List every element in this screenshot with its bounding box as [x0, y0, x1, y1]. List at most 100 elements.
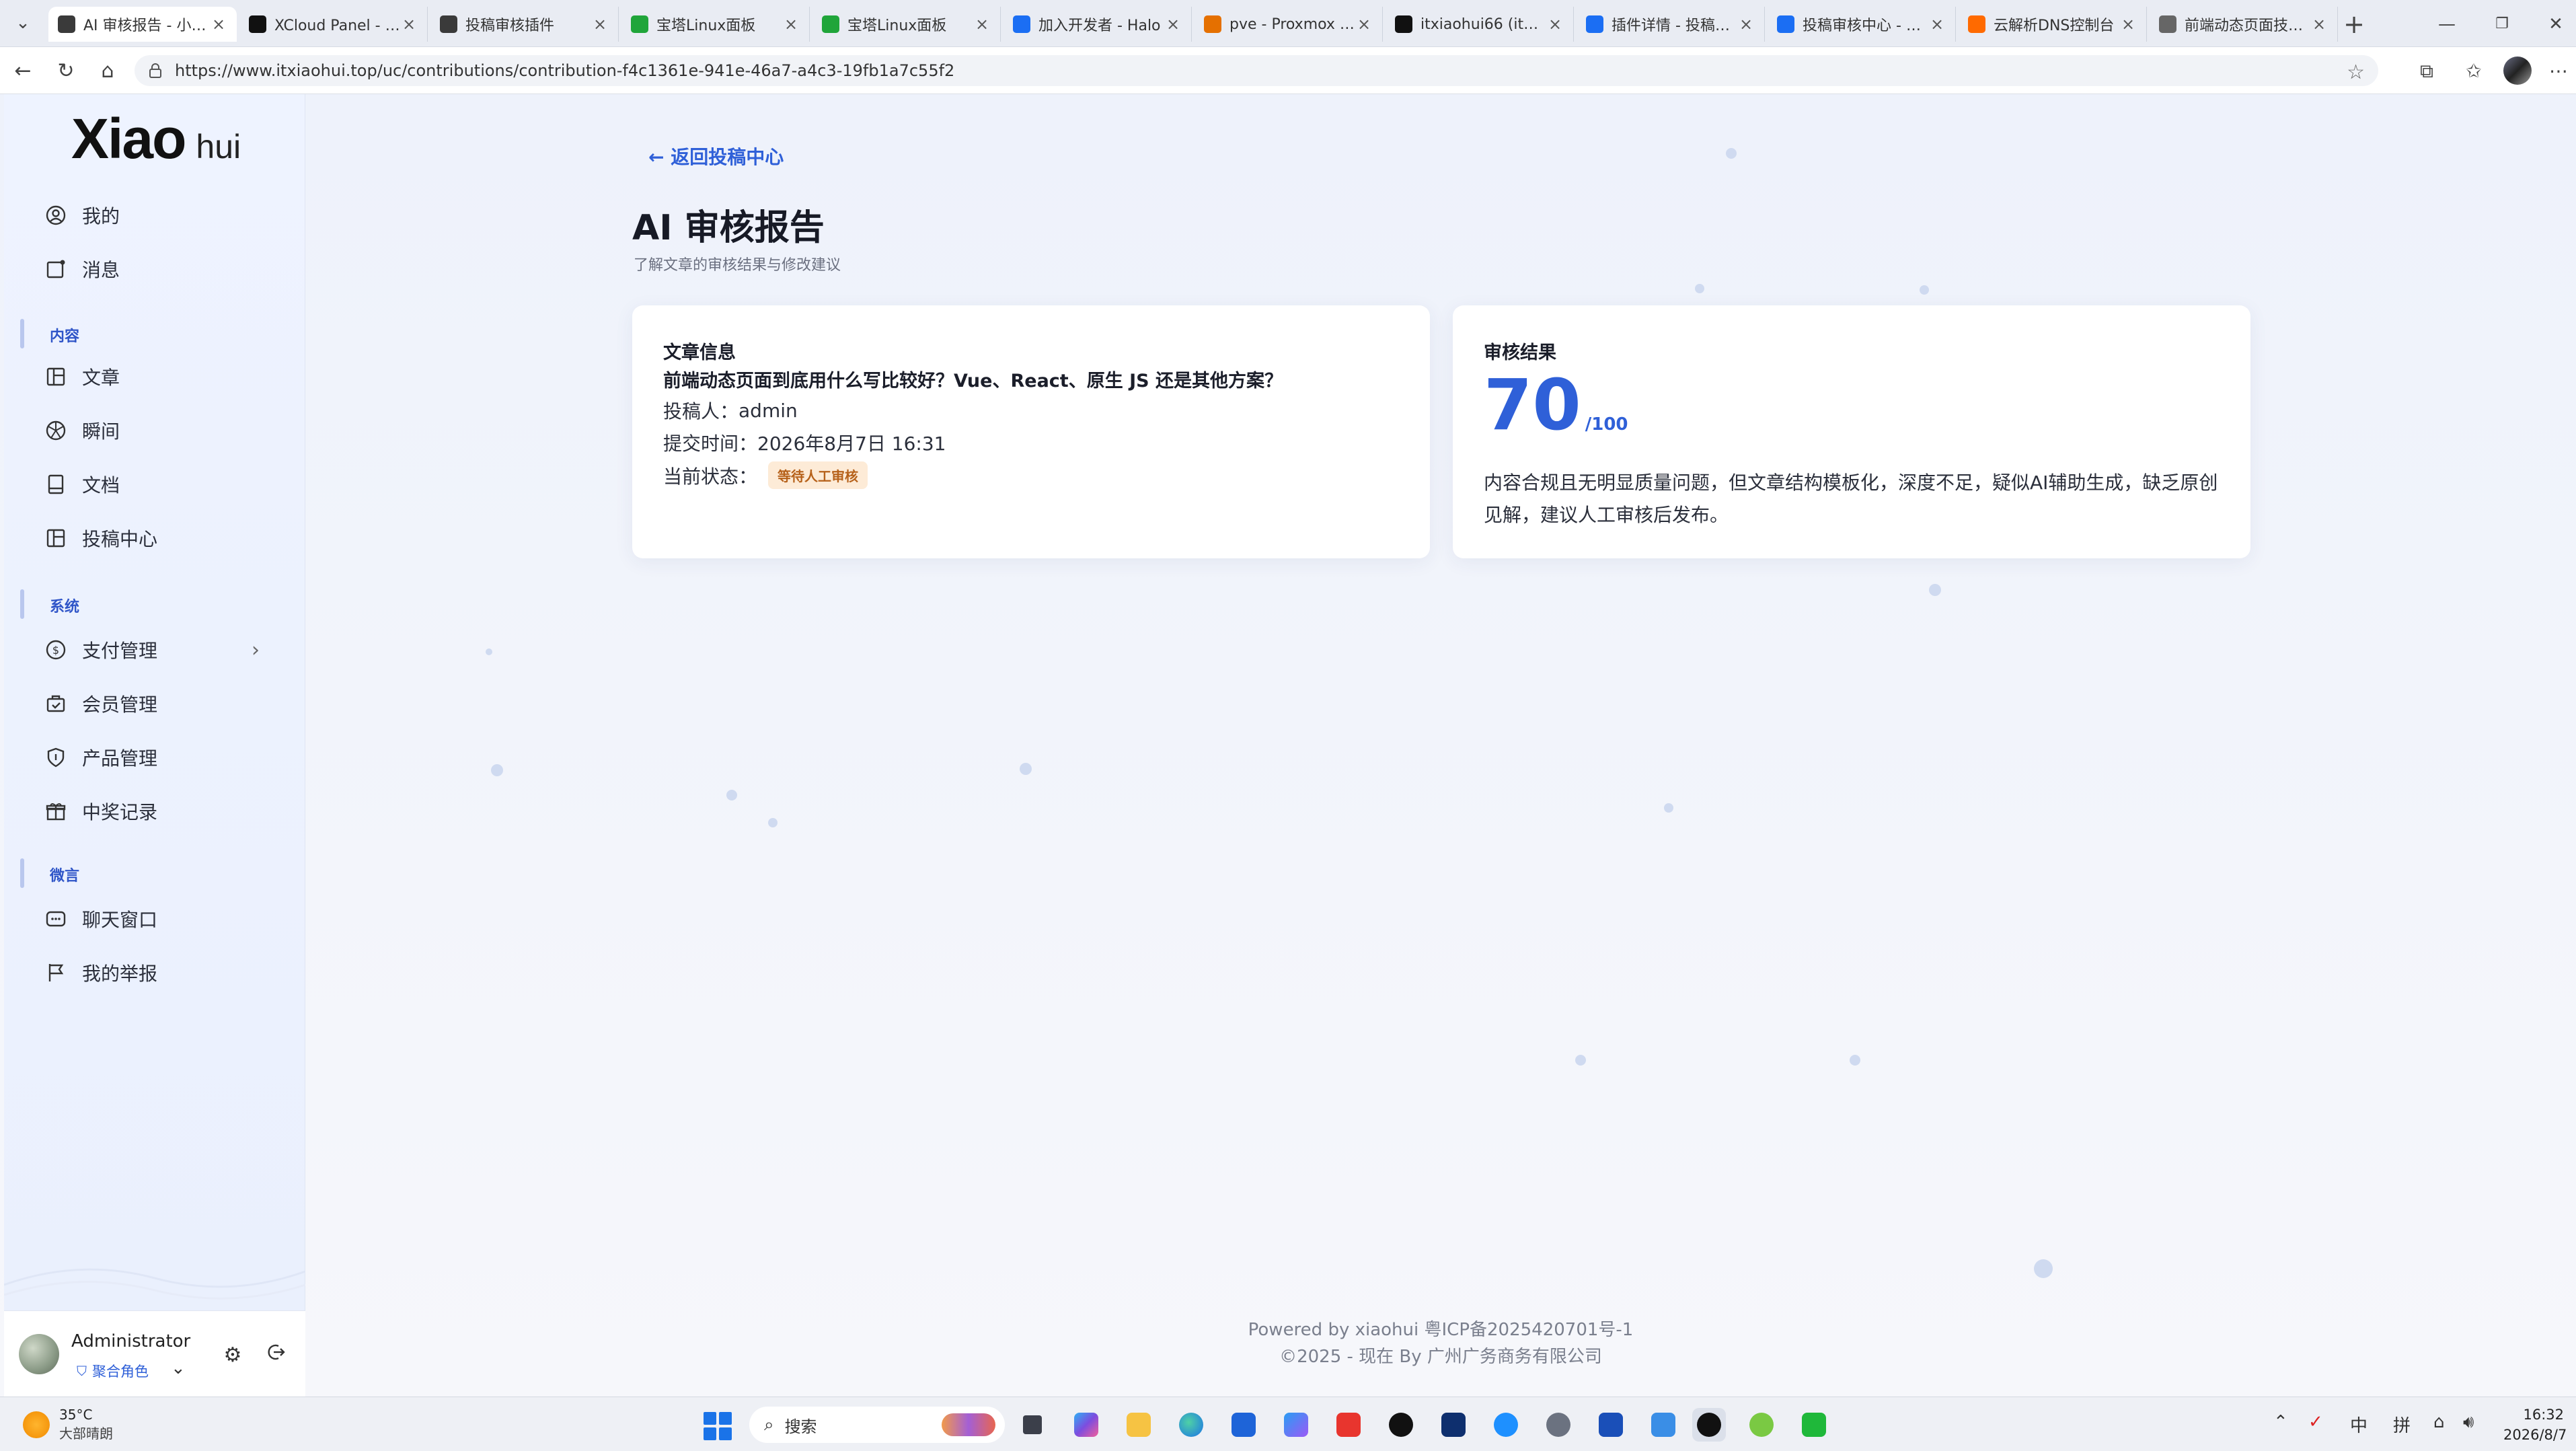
- user-role[interactable]: ⛉ 聚合角色: [77, 1361, 149, 1381]
- browser-tab[interactable]: pve - Proxmox Virtual×: [1195, 7, 1383, 42]
- browser-tab[interactable]: 前端动态页面技术选型×: [2150, 7, 2338, 42]
- favorite-star-icon[interactable]: ☆: [2347, 61, 2365, 84]
- close-tab-icon[interactable]: ×: [2119, 15, 2137, 34]
- docker-icon[interactable]: [1489, 1408, 1523, 1442]
- copilot-icon[interactable]: [1069, 1408, 1103, 1442]
- page-title: AI 审核报告: [632, 208, 825, 248]
- browser-tab[interactable]: 云解析DNS控制台 ×: [1959, 7, 2147, 42]
- network-icon[interactable]: ⌂: [2433, 1412, 2445, 1432]
- sidebar-item-articles[interactable]: 文章: [44, 357, 273, 397]
- system-clock[interactable]: 16:32 2026/8/7: [2503, 1407, 2567, 1443]
- close-window-button[interactable]: ✕: [2536, 9, 2576, 39]
- gear-icon[interactable]: ⚙: [219, 1342, 246, 1369]
- back-to-contribution-center-link[interactable]: ← 返回投稿中心: [648, 143, 784, 170]
- taskbar-search[interactable]: ⌕ 搜索: [749, 1407, 1005, 1443]
- vscode-icon[interactable]: [1279, 1408, 1313, 1442]
- address-bar[interactable]: https://www.itxiaohui.top/uc/contributio…: [135, 55, 2378, 86]
- restore-window-button[interactable]: ❐: [2482, 9, 2522, 39]
- sidebar-item-docs[interactable]: 文档: [44, 464, 273, 505]
- browser-tab[interactable]: 插件详情 - 投稿插件 ×: [1577, 7, 1765, 42]
- reload-icon[interactable]: ↻: [51, 57, 81, 86]
- ime-mode-indicator[interactable]: 中: [2350, 1412, 2367, 1437]
- store-icon[interactable]: [1227, 1408, 1260, 1442]
- close-tab-icon[interactable]: ×: [1546, 15, 1564, 34]
- sidebar-item-my-reports[interactable]: 我的举报: [44, 953, 273, 993]
- close-tab-icon[interactable]: ×: [782, 15, 800, 34]
- file-explorer-icon[interactable]: [1122, 1408, 1156, 1442]
- halo-icon: [1586, 15, 1603, 33]
- wps-icon[interactable]: [1332, 1408, 1365, 1442]
- sidebar-item-messages[interactable]: 消息: [44, 249, 273, 289]
- url-text[interactable]: https://www.itxiaohui.top/uc/contributio…: [175, 61, 954, 80]
- tab-list-dropdown-icon[interactable]: ⌄: [9, 9, 36, 36]
- chevron-right-icon[interactable]: ›: [252, 638, 260, 662]
- browser-tab[interactable]: AI 审核报告 - 小慧时光×: [48, 7, 237, 42]
- close-tab-icon[interactable]: ×: [2310, 15, 2328, 34]
- favorites-icon[interactable]: ✩: [2459, 57, 2489, 86]
- group-label-system: 系统: [50, 599, 80, 616]
- back-icon[interactable]: ←: [8, 57, 38, 86]
- chatgpt-icon[interactable]: [1384, 1408, 1418, 1442]
- chevron-down-icon[interactable]: ⌄: [171, 1358, 186, 1378]
- settings-app-icon[interactable]: [1542, 1408, 1575, 1442]
- new-tab-button[interactable]: +: [2339, 9, 2369, 39]
- flag-icon: [44, 961, 67, 984]
- site-info-icon[interactable]: [147, 62, 164, 79]
- close-tab-icon[interactable]: ×: [973, 15, 991, 34]
- close-tab-icon[interactable]: ×: [400, 15, 418, 34]
- browser-360-icon[interactable]: [1745, 1408, 1778, 1442]
- sidebar-item-me[interactable]: 我的: [44, 195, 273, 235]
- wave-decoration: [4, 1268, 305, 1300]
- decor-dot: [1929, 584, 1941, 596]
- tray-overflow-icon[interactable]: ⌃: [2273, 1412, 2288, 1432]
- status-row: 当前状态： 等待人工审核: [663, 461, 868, 489]
- sidebar-item-prize-records[interactable]: 中奖记录: [44, 791, 273, 831]
- browser-tab[interactable]: itxiaohui66 (itxiaohui)×: [1386, 7, 1574, 42]
- site-logo[interactable]: Xiao hui: [71, 106, 241, 172]
- browser-tab[interactable]: 投稿审核插件 ×: [430, 7, 619, 42]
- ime-input-indicator[interactable]: 拼: [2393, 1412, 2411, 1437]
- sidebar-item-products[interactable]: 产品管理: [44, 737, 273, 778]
- sidebar-item-contribution-center[interactable]: 投稿中心: [44, 518, 273, 558]
- browser-tab[interactable]: 加入开发者 - Halo ×: [1003, 7, 1192, 42]
- submit-time-label: 提交时间：: [663, 433, 758, 455]
- close-tab-icon[interactable]: ×: [1737, 15, 1755, 34]
- weather-widget[interactable]: 35°C 大部晴朗: [23, 1407, 113, 1442]
- sidebar-item-moments[interactable]: 瞬间: [44, 410, 273, 451]
- browser-tab[interactable]: 投稿审核中心 - 投稿 ×: [1768, 7, 1956, 42]
- browser-tab[interactable]: 宝塔Linux面板 ×: [812, 7, 1001, 42]
- close-tab-icon[interactable]: ×: [1164, 15, 1182, 34]
- chat-icon: [44, 907, 67, 930]
- sidebar-item-chat[interactable]: 聊天窗口: [44, 899, 273, 939]
- pycharm-icon[interactable]: [1594, 1408, 1628, 1442]
- wechat-icon[interactable]: [1797, 1408, 1831, 1442]
- sidebar-item-label: 会员管理: [82, 694, 158, 716]
- home-icon[interactable]: ⌂: [93, 57, 122, 86]
- remote-desktop-icon[interactable]: [1646, 1408, 1680, 1442]
- close-tab-icon[interactable]: ×: [1928, 15, 1946, 34]
- terminal-icon[interactable]: [1437, 1408, 1470, 1442]
- logout-icon[interactable]: [262, 1342, 289, 1369]
- windows-start-icon[interactable]: [704, 1412, 732, 1440]
- sidebar-item-members[interactable]: 会员管理: [44, 683, 273, 724]
- sun-icon: [23, 1411, 50, 1438]
- qq-icon[interactable]: [1692, 1408, 1726, 1442]
- tab-title: 宝塔Linux面板: [847, 17, 947, 34]
- task-view-icon[interactable]: [1016, 1408, 1049, 1442]
- site-logo-icon: [58, 15, 75, 33]
- sidebar-item-payment[interactable]: $ 支付管理 ›: [44, 630, 273, 670]
- close-tab-icon[interactable]: ×: [210, 15, 227, 34]
- antivirus-icon[interactable]: ✓: [2308, 1412, 2323, 1432]
- volume-icon[interactable]: 🔊︎: [2463, 1412, 2474, 1433]
- avatar[interactable]: [19, 1334, 59, 1374]
- minimize-window-button[interactable]: —: [2427, 9, 2467, 39]
- more-menu-icon[interactable]: ⋯: [2544, 57, 2573, 86]
- profile-avatar[interactable]: [2503, 57, 2532, 85]
- close-tab-icon[interactable]: ×: [1355, 15, 1373, 34]
- close-tab-icon[interactable]: ×: [591, 15, 609, 34]
- browser-tab[interactable]: 宝塔Linux面板 ×: [621, 7, 810, 42]
- edge-browser-icon[interactable]: [1174, 1408, 1208, 1442]
- browser-tab[interactable]: XCloud Panel - 小慧时光×: [239, 7, 428, 42]
- decor-dot: [491, 764, 503, 776]
- extensions-icon[interactable]: ⧉: [2412, 57, 2441, 86]
